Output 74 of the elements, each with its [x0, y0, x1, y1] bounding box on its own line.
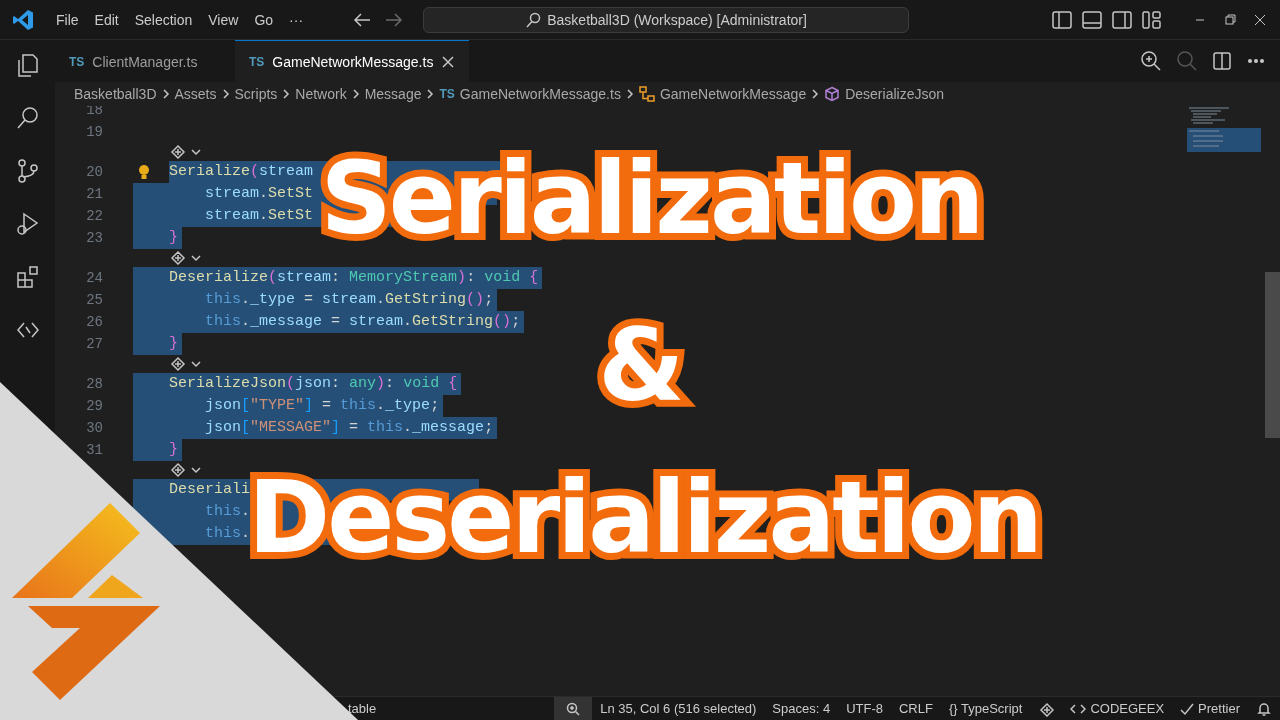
- line-number: 21: [85, 186, 104, 202]
- status-item[interactable]: table: [348, 701, 377, 716]
- menu-item[interactable]: ···: [281, 7, 312, 32]
- code-icon: [1070, 701, 1087, 716]
- run-debug-icon[interactable]: [14, 211, 41, 237]
- check-icon: [1180, 701, 1195, 716]
- menu-item[interactable]: Go: [246, 7, 282, 32]
- codegeex-status[interactable]: CODEGEEX: [1062, 697, 1173, 720]
- status-item[interactable]: CRLF: [890, 697, 941, 720]
- app-logo: [12, 8, 34, 31]
- breadcrumb-item[interactable]: DeserializeJson: [845, 86, 944, 102]
- layout-icon[interactable]: [1142, 10, 1162, 29]
- status-item[interactable]: Ln 35, Col 6 (516 selected): [592, 697, 765, 720]
- breadcrumb-item[interactable]: Message: [364, 86, 422, 102]
- menu-item[interactable]: Selection: [126, 7, 201, 32]
- line-number: 27: [85, 336, 104, 352]
- menu-item[interactable]: View: [200, 7, 247, 32]
- breadcrumb-item[interactable]: Basketball3D: [74, 86, 157, 102]
- lightbulb-icon[interactable]: [137, 164, 151, 180]
- panel-toggle-icon[interactable]: [1082, 10, 1102, 29]
- command-center[interactable]: Basketball3D (Workspace) [Administrator]: [423, 6, 910, 33]
- line-number: 19: [85, 124, 104, 140]
- zoom-out-icon[interactable]: [1176, 50, 1198, 72]
- line-number: 26: [85, 314, 104, 330]
- line-number: 25: [85, 292, 104, 308]
- class-icon: [638, 86, 655, 102]
- breadcrumb-item[interactable]: Assets: [174, 86, 217, 102]
- line-number: 28: [85, 376, 104, 392]
- split-editor-icon[interactable]: [1212, 51, 1232, 71]
- codelens-icon: [169, 461, 187, 479]
- extensions-icon[interactable]: [14, 264, 41, 290]
- chevron-right-icon: [220, 88, 231, 100]
- menu-item[interactable]: Edit: [86, 7, 127, 32]
- line-number: 20: [85, 164, 104, 180]
- line-number: 30: [85, 420, 104, 436]
- codelens-icon: [169, 143, 187, 161]
- codelens-icon: [169, 249, 187, 267]
- sidebar-toggle-icon[interactable]: [1052, 10, 1072, 29]
- status-item[interactable]: Spaces: 4: [764, 697, 839, 720]
- cube-icon: [824, 86, 841, 102]
- search-icon[interactable]: [14, 105, 41, 131]
- zoom-icon: [566, 701, 581, 716]
- prettier-status[interactable]: Prettier: [1172, 697, 1248, 720]
- breadcrumb-item[interactable]: Scripts: [234, 86, 278, 102]
- chevron-right-icon: [810, 88, 821, 100]
- status-item[interactable]: UTF-8: [838, 697, 891, 720]
- search-icon: [525, 11, 542, 28]
- close-icon[interactable]: [441, 54, 456, 69]
- editor-tab[interactable]: TS GameNetworkMessage.ts: [235, 40, 470, 82]
- line-number: 31: [85, 442, 104, 458]
- line-number: 29: [85, 398, 104, 414]
- line-number: 24: [85, 270, 104, 286]
- forward-arrow-icon[interactable]: [385, 11, 404, 28]
- bell-icon[interactable]: [1256, 700, 1272, 717]
- breadcrumb-item[interactable]: Network: [295, 86, 347, 102]
- chevron-right-icon: [281, 88, 292, 100]
- menu-item[interactable]: File: [48, 7, 87, 32]
- chevron-right-icon: [160, 88, 171, 100]
- secondary-sidebar-icon[interactable]: [1112, 10, 1132, 29]
- file-type-label: TS: [439, 87, 455, 101]
- zoom-button[interactable]: [554, 697, 593, 720]
- back-arrow-icon[interactable]: [353, 11, 372, 28]
- breadcrumb-item[interactable]: GameNetworkMessage: [659, 86, 807, 102]
- breadcrumb-item[interactable]: GameNetworkMessage.ts: [459, 86, 621, 102]
- status-item[interactable]: {} TypeScript: [940, 697, 1031, 720]
- line-number: 23: [85, 230, 104, 246]
- zoom-in-icon[interactable]: [1140, 50, 1162, 72]
- chevron-right-icon: [624, 88, 635, 100]
- chevron-right-icon: [425, 88, 436, 100]
- chevron-right-icon: [350, 88, 361, 100]
- scrollbar-thumb[interactable]: [1265, 272, 1280, 438]
- editor-tab[interactable]: TS ClientManager.ts: [55, 40, 235, 82]
- line-number: 22: [85, 208, 104, 224]
- codelens-icon: [169, 355, 187, 373]
